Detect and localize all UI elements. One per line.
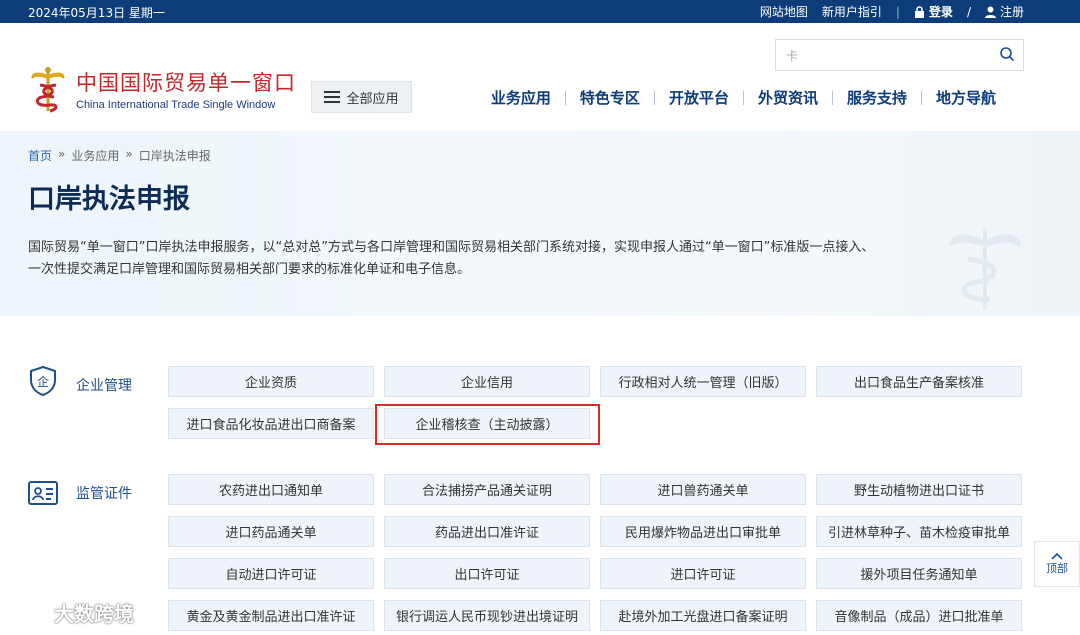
register-label: 注册 — [999, 5, 1024, 19]
all-apps-button[interactable]: 全部应用 — [311, 81, 412, 113]
menu-icon — [324, 91, 341, 103]
breadcrumb-business[interactable]: 业务应用 — [71, 147, 119, 164]
slash-text: / — [966, 4, 971, 19]
nav-service-support[interactable]: 服务支持 — [833, 87, 921, 108]
search-box[interactable]: 卡 — [775, 39, 1024, 71]
service-button[interactable]: 进口兽药通关单 — [600, 474, 806, 505]
register-link[interactable]: 注册 — [984, 3, 1024, 20]
description-line: 国际贸易“单一窗口”口岸执法申报服务，以“总对总”方式与各口岸管理和国际贸易相关… — [28, 240, 875, 255]
service-button[interactable]: 行政相对人统一管理（旧版） — [600, 366, 806, 397]
service-button[interactable]: 自动进口许可证 — [168, 558, 374, 589]
service-button[interactable]: 出口食品生产备案核准 — [816, 366, 1022, 397]
page-description: 国际贸易“单一窗口”口岸执法申报服务，以“总对总”方式与各口岸管理和国际贸易相关… — [28, 237, 878, 281]
new-user-guide-link[interactable]: 新用户指引 — [822, 3, 882, 20]
description-line: 一次性提交满足口岸管理和国际贸易相关部门要求的标准化单证和电子信息。 — [28, 262, 471, 277]
nav-open-platform[interactable]: 开放平台 — [655, 87, 743, 108]
breadcrumb-separator: » — [58, 147, 66, 161]
back-to-top-label: 顶部 — [1046, 562, 1068, 575]
lock-icon — [914, 5, 924, 18]
svg-text:企: 企 — [37, 374, 49, 389]
top-bar: 2024年05月13日 星期一 网站地图 新用户指引 | 登录 / 注册 — [0, 0, 1080, 23]
service-button[interactable]: 合法捕捞产品通关证明 — [384, 474, 590, 505]
main-nav: 业务应用 特色专区 开放平台 外贸资讯 服务支持 地方导航 — [477, 87, 1010, 108]
chevron-up-icon — [1051, 552, 1063, 560]
service-button[interactable]: 黄金及黄金制品进出口准许证 — [168, 600, 374, 631]
site-logo[interactable]: 中国国际贸易单一窗口 China International Trade Sin… — [28, 65, 296, 113]
section-label: 监管证件 — [76, 486, 132, 502]
service-button[interactable]: 野生动植物进出口证书 — [816, 474, 1022, 505]
user-icon — [984, 6, 996, 18]
nav-local-navigation[interactable]: 地方导航 — [922, 87, 1010, 108]
service-button[interactable]: 引进林草种子、苗木检疫审批单 — [816, 516, 1022, 547]
top-links: 网站地图 新用户指引 | 登录 / 注册 — [760, 3, 1024, 20]
caduceus-logo-icon — [31, 67, 65, 113]
service-button[interactable]: 企业信用 — [384, 366, 590, 397]
highlight-box — [375, 404, 600, 445]
search-icon[interactable] — [999, 46, 1015, 62]
nav-business-apps[interactable]: 业务应用 — [477, 87, 565, 108]
hero-banner: 首页 » 业务应用 » 口岸执法申报 口岸执法申报 国际贸易“单一窗口”口岸执法… — [0, 131, 1080, 316]
enterprise-shield-icon: 企 — [30, 366, 56, 396]
top-divider: | — [895, 4, 900, 19]
date-text: 2024年05月13日 星期一 — [28, 6, 165, 20]
header: 卡 中国国际贸易单一窗口 China International Trade S… — [0, 23, 1080, 131]
breadcrumb: 首页 » 业务应用 » 口岸执法申报 — [28, 147, 211, 164]
service-button[interactable]: 进口药品通关单 — [168, 516, 374, 547]
service-button[interactable]: 赴境外加工光盘进口备案证明 — [600, 600, 806, 631]
login-label: 登录 — [928, 5, 953, 19]
logo-title: 中国国际贸易单一窗口 — [76, 71, 296, 95]
nav-trade-news[interactable]: 外贸资讯 — [744, 87, 832, 108]
service-button[interactable]: 援外项目任务通知单 — [816, 558, 1022, 589]
caduceus-watermark-icon — [949, 229, 1021, 309]
section-label: 企业管理 — [76, 378, 132, 394]
id-card-icon — [28, 481, 58, 505]
service-button[interactable]: 企业资质 — [168, 366, 374, 397]
back-to-top-button[interactable]: 顶部 — [1034, 541, 1080, 587]
watermark-logo-icon — [8, 603, 47, 621]
page-title: 口岸执法申报 — [28, 184, 190, 215]
breadcrumb-separator: » — [125, 147, 133, 161]
watermark-text: 大数跨境 — [54, 602, 134, 626]
service-button[interactable]: 音像制品（成品）进口批准单 — [816, 600, 1022, 631]
service-button[interactable]: 出口许可证 — [384, 558, 590, 589]
breadcrumb-current: 口岸执法申报 — [138, 149, 211, 163]
breadcrumb-home[interactable]: 首页 — [28, 147, 52, 164]
logo-subtitle: China International Trade Single Window — [76, 99, 276, 111]
site-map-link[interactable]: 网站地图 — [760, 3, 808, 20]
search-input[interactable]: 卡 — [786, 47, 798, 64]
service-button[interactable]: 民用爆炸物品进出口审批单 — [600, 516, 806, 547]
service-button[interactable]: 农药进出口通知单 — [168, 474, 374, 505]
login-link[interactable]: 登录 — [914, 3, 953, 20]
all-apps-label: 全部应用 — [346, 91, 399, 107]
service-button[interactable]: 进口许可证 — [600, 558, 806, 589]
watermark: 大数跨境 — [8, 598, 134, 627]
service-button[interactable]: 进口食品化妆品进出口商备案 — [168, 408, 374, 439]
service-button[interactable]: 药品进出口准许证 — [384, 516, 590, 547]
service-button[interactable]: 银行调运人民币现钞进出境证明 — [384, 600, 590, 631]
nav-featured-zone[interactable]: 特色专区 — [566, 87, 654, 108]
